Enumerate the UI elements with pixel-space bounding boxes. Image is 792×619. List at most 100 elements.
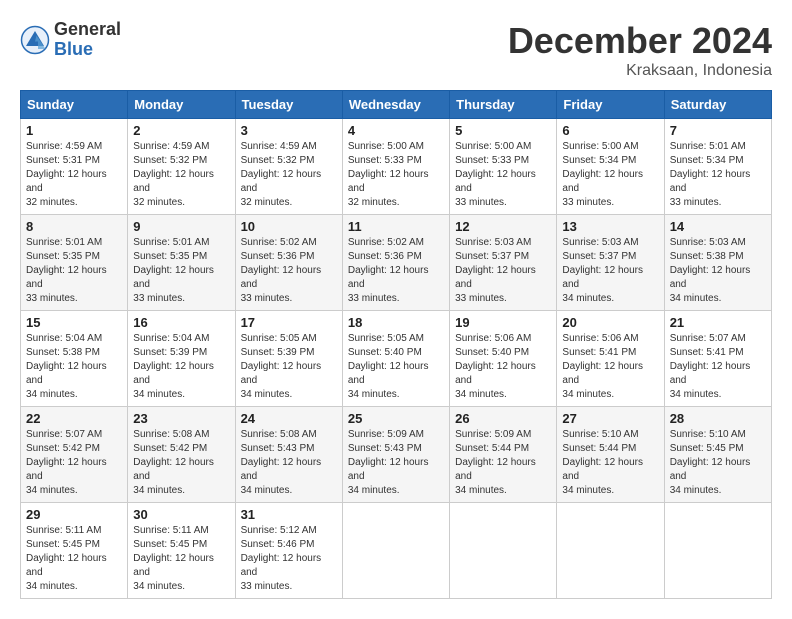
- day-info: Sunrise: 5:10 AMSunset: 5:44 PMDaylight:…: [562, 428, 658, 498]
- day-number: 2: [133, 123, 229, 138]
- calendar-cell: [450, 503, 557, 599]
- day-info: Sunrise: 5:06 AMSunset: 5:41 PMDaylight:…: [562, 332, 658, 402]
- day-number: 5: [455, 123, 551, 138]
- day-number: 30: [133, 507, 229, 522]
- day-info: Sunrise: 5:05 AMSunset: 5:40 PMDaylight:…: [348, 332, 444, 402]
- calendar-header-row: SundayMondayTuesdayWednesdayThursdayFrid…: [21, 91, 772, 119]
- day-number: 3: [241, 123, 337, 138]
- day-header-friday: Friday: [557, 91, 664, 119]
- day-number: 24: [241, 411, 337, 426]
- day-number: 14: [670, 219, 766, 234]
- calendar-cell: 26 Sunrise: 5:09 AMSunset: 5:44 PMDayligh…: [450, 407, 557, 503]
- calendar-title: December 2024: [508, 20, 772, 62]
- day-number: 15: [26, 315, 122, 330]
- calendar-cell: 20 Sunrise: 5:06 AMSunset: 5:41 PMDayligh…: [557, 311, 664, 407]
- day-info: Sunrise: 5:09 AMSunset: 5:43 PMDaylight:…: [348, 428, 444, 498]
- day-info: Sunrise: 5:11 AMSunset: 5:45 PMDaylight:…: [26, 524, 122, 594]
- calendar-cell: 1 Sunrise: 4:59 AMSunset: 5:31 PMDaylight…: [21, 119, 128, 215]
- calendar-cell: 13 Sunrise: 5:03 AMSunset: 5:37 PMDayligh…: [557, 215, 664, 311]
- calendar-cell: 11 Sunrise: 5:02 AMSunset: 5:36 PMDayligh…: [342, 215, 449, 311]
- calendar-cell: 4Sunrise: 5:00 AMSunset: 5:33 PMDaylight…: [342, 119, 449, 215]
- day-info: Sunrise: 5:00 AMSunset: 5:33 PMDaylight:…: [455, 140, 551, 210]
- day-header-thursday: Thursday: [450, 91, 557, 119]
- day-number: 23: [133, 411, 229, 426]
- day-number: 8: [26, 219, 122, 234]
- calendar-cell: [342, 503, 449, 599]
- calendar-table: SundayMondayTuesdayWednesdayThursdayFrid…: [20, 90, 772, 599]
- day-info: Sunrise: 4:59 AMSunset: 5:32 PMDaylight:…: [241, 140, 337, 210]
- calendar-cell: 9 Sunrise: 5:01 AMSunset: 5:35 PMDaylight…: [128, 215, 235, 311]
- day-number: 29: [26, 507, 122, 522]
- logo-general-text: General: [54, 20, 121, 40]
- day-number: 11: [348, 219, 444, 234]
- calendar-cell: 17Sunrise: 5:05 AMSunset: 5:39 PMDayligh…: [235, 311, 342, 407]
- day-number: 20: [562, 315, 658, 330]
- day-info: Sunrise: 5:01 AMSunset: 5:35 PMDaylight:…: [26, 236, 122, 306]
- day-number: 31: [241, 507, 337, 522]
- calendar-week-row: 29 Sunrise: 5:11 AMSunset: 5:45 PMDayligh…: [21, 503, 772, 599]
- calendar-week-row: 22 Sunrise: 5:07 AMSunset: 5:42 PMDayligh…: [21, 407, 772, 503]
- logo: General Blue: [20, 20, 121, 60]
- calendar-cell: [557, 503, 664, 599]
- calendar-cell: 15 Sunrise: 5:04 AMSunset: 5:38 PMDayligh…: [21, 311, 128, 407]
- day-info: Sunrise: 5:03 AMSunset: 5:38 PMDaylight:…: [670, 236, 766, 306]
- day-info: Sunrise: 5:12 AMSunset: 5:46 PMDaylight:…: [241, 524, 337, 594]
- day-header-wednesday: Wednesday: [342, 91, 449, 119]
- day-info: Sunrise: 5:08 AMSunset: 5:43 PMDaylight:…: [241, 428, 337, 498]
- day-number: 7: [670, 123, 766, 138]
- calendar-cell: 31 Sunrise: 5:12 AMSunset: 5:46 PMDayligh…: [235, 503, 342, 599]
- day-info: Sunrise: 5:07 AMSunset: 5:41 PMDaylight:…: [670, 332, 766, 402]
- day-number: 21: [670, 315, 766, 330]
- day-info: Sunrise: 5:03 AMSunset: 5:37 PMDaylight:…: [455, 236, 551, 306]
- calendar-cell: 8 Sunrise: 5:01 AMSunset: 5:35 PMDaylight…: [21, 215, 128, 311]
- calendar-cell: 24 Sunrise: 5:08 AMSunset: 5:43 PMDayligh…: [235, 407, 342, 503]
- day-info: Sunrise: 5:10 AMSunset: 5:45 PMDaylight:…: [670, 428, 766, 498]
- calendar-cell: 2 Sunrise: 4:59 AMSunset: 5:32 PMDaylight…: [128, 119, 235, 215]
- day-info: Sunrise: 5:03 AMSunset: 5:37 PMDaylight:…: [562, 236, 658, 306]
- day-info: Sunrise: 5:07 AMSunset: 5:42 PMDaylight:…: [26, 428, 122, 498]
- day-number: 16: [133, 315, 229, 330]
- calendar-subtitle: Kraksaan, Indonesia: [508, 62, 772, 80]
- day-info: Sunrise: 4:59 AMSunset: 5:31 PMDaylight:…: [26, 140, 122, 210]
- day-header-tuesday: Tuesday: [235, 91, 342, 119]
- day-number: 9: [133, 219, 229, 234]
- day-number: 28: [670, 411, 766, 426]
- day-info: Sunrise: 5:00 AMSunset: 5:34 PMDaylight:…: [562, 140, 658, 210]
- calendar-week-row: 8 Sunrise: 5:01 AMSunset: 5:35 PMDaylight…: [21, 215, 772, 311]
- day-number: 17: [241, 315, 337, 330]
- logo-icon: [20, 25, 50, 55]
- day-info: Sunrise: 4:59 AMSunset: 5:32 PMDaylight:…: [133, 140, 229, 210]
- calendar-cell: 23Sunrise: 5:08 AMSunset: 5:42 PMDayligh…: [128, 407, 235, 503]
- day-info: Sunrise: 5:04 AMSunset: 5:38 PMDaylight:…: [26, 332, 122, 402]
- day-info: Sunrise: 5:01 AMSunset: 5:34 PMDaylight:…: [670, 140, 766, 210]
- calendar-cell: 6 Sunrise: 5:00 AMSunset: 5:34 PMDaylight…: [557, 119, 664, 215]
- calendar-cell: 3 Sunrise: 4:59 AMSunset: 5:32 PMDaylight…: [235, 119, 342, 215]
- day-number: 12: [455, 219, 551, 234]
- calendar-cell: 7 Sunrise: 5:01 AMSunset: 5:34 PMDaylight…: [664, 119, 771, 215]
- calendar-cell: 10 Sunrise: 5:02 AMSunset: 5:36 PMDayligh…: [235, 215, 342, 311]
- day-info: Sunrise: 5:04 AMSunset: 5:39 PMDaylight:…: [133, 332, 229, 402]
- day-info: Sunrise: 5:09 AMSunset: 5:44 PMDaylight:…: [455, 428, 551, 498]
- day-info: Sunrise: 5:01 AMSunset: 5:35 PMDaylight:…: [133, 236, 229, 306]
- day-header-monday: Monday: [128, 91, 235, 119]
- day-info: Sunrise: 5:06 AMSunset: 5:40 PMDaylight:…: [455, 332, 551, 402]
- day-info: Sunrise: 5:02 AMSunset: 5:36 PMDaylight:…: [348, 236, 444, 306]
- day-header-saturday: Saturday: [664, 91, 771, 119]
- day-number: 26: [455, 411, 551, 426]
- day-number: 1: [26, 123, 122, 138]
- calendar-cell: 29 Sunrise: 5:11 AMSunset: 5:45 PMDayligh…: [21, 503, 128, 599]
- day-number: 13: [562, 219, 658, 234]
- day-number: 6: [562, 123, 658, 138]
- calendar-cell: [664, 503, 771, 599]
- calendar-cell: 16 Sunrise: 5:04 AMSunset: 5:39 PMDayligh…: [128, 311, 235, 407]
- day-number: 22: [26, 411, 122, 426]
- day-number: 19: [455, 315, 551, 330]
- calendar-week-row: 1 Sunrise: 4:59 AMSunset: 5:31 PMDaylight…: [21, 119, 772, 215]
- calendar-cell: 28 Sunrise: 5:10 AMSunset: 5:45 PMDayligh…: [664, 407, 771, 503]
- day-number: 18: [348, 315, 444, 330]
- day-number: 25: [348, 411, 444, 426]
- day-number: 10: [241, 219, 337, 234]
- day-info: Sunrise: 5:02 AMSunset: 5:36 PMDaylight:…: [241, 236, 337, 306]
- day-header-sunday: Sunday: [21, 91, 128, 119]
- page-header: General Blue December 2024 Kraksaan, Ind…: [20, 20, 772, 80]
